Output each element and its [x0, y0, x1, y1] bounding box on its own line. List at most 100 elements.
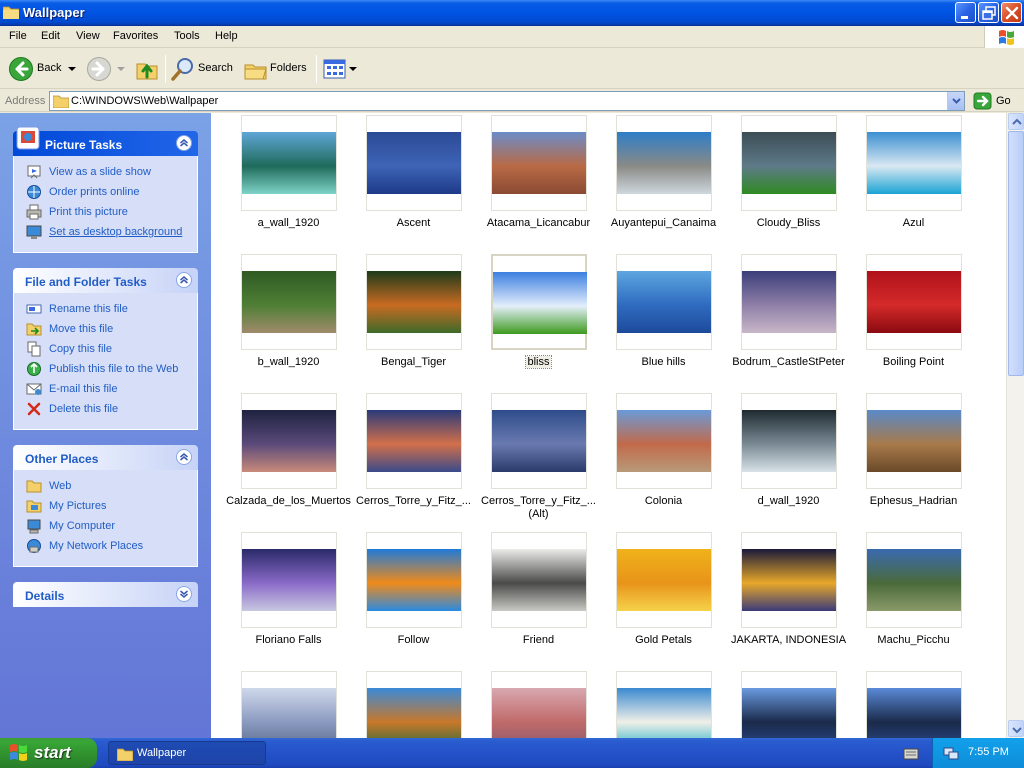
place-my-computer[interactable]: My Computer: [26, 518, 196, 534]
task-email[interactable]: E-mail this file: [26, 381, 196, 397]
minimize-button[interactable]: [955, 2, 976, 23]
file-thumbnail[interactable]: Floriano Falls: [226, 532, 346, 667]
menu-view[interactable]: View: [76, 30, 100, 42]
up-folder-button[interactable]: [134, 53, 162, 85]
file-thumbnail[interactable]: JAKARTA, INDONESIA: [726, 532, 846, 667]
menu-edit[interactable]: Edit: [41, 30, 60, 42]
search-icon: [171, 58, 193, 81]
file-thumbnail[interactable]: Bengal_Tiger: [351, 254, 471, 389]
file-thumbnail[interactable]: d_wall_1920: [726, 393, 846, 528]
file-thumbnail-view[interactable]: a_wall_1920 Ascent Atacama_Licancabur Auyan…: [211, 113, 1006, 738]
folders-button[interactable]: Folders: [243, 53, 313, 85]
file-thumbnail[interactable]: Friend: [476, 532, 596, 667]
file-thumbnail[interactable]: [476, 671, 596, 738]
wallpaper-image: [492, 410, 586, 472]
place-label: My Network Places: [49, 540, 144, 552]
file-thumbnail[interactable]: [351, 671, 471, 738]
up-folder-icon: [136, 63, 158, 80]
file-thumbnail[interactable]: Cerros_Torre_y_Fitz_...: [351, 393, 471, 528]
file-thumbnail[interactable]: Azul: [851, 115, 971, 250]
menu-help[interactable]: Help: [215, 30, 238, 42]
thumbnail-frame: [241, 532, 337, 628]
address-value: C:\WINDOWS\Web\Wallpaper: [71, 95, 219, 107]
panel-title: Picture Tasks: [45, 138, 123, 152]
keyboard-icon[interactable]: [903, 747, 919, 761]
file-thumbnail[interactable]: [851, 671, 971, 738]
menu-tools[interactable]: Tools: [174, 30, 200, 42]
task-label: Print this picture: [49, 206, 128, 218]
back-dropdown-icon[interactable]: [68, 67, 76, 73]
thumbnail-frame: [241, 393, 337, 489]
wallpaper-image: [493, 272, 587, 334]
file-thumbnail[interactable]: Follow: [351, 532, 471, 667]
printer-icon: [26, 204, 42, 220]
file-thumbnail[interactable]: Ephesus_Hadrian: [851, 393, 971, 528]
forward-button[interactable]: [86, 53, 126, 85]
chevron-up-icon[interactable]: [176, 135, 192, 151]
task-rename[interactable]: Rename this file: [26, 301, 196, 317]
start-button[interactable]: start: [0, 738, 97, 768]
file-folder-tasks-header[interactable]: File and Folder Tasks: [13, 268, 198, 293]
task-publish-web[interactable]: Publish this file to the Web: [26, 361, 196, 377]
views-icon: [323, 59, 346, 79]
task-print[interactable]: Print this picture: [26, 204, 196, 220]
task-set-desktop[interactable]: Set as desktop background: [26, 224, 196, 240]
restore-button[interactable]: [978, 2, 999, 23]
task-copy[interactable]: Copy this file: [26, 341, 196, 357]
file-thumbnail[interactable]: [726, 671, 846, 738]
file-thumbnail[interactable]: Cerros_Torre_y_Fitz_... (Alt): [476, 393, 596, 528]
task-label: Publish this file to the Web: [49, 363, 179, 375]
file-thumbnail[interactable]: Boiling Point: [851, 254, 971, 389]
search-button[interactable]: Search: [170, 53, 236, 85]
address-dropdown-button[interactable]: [947, 92, 964, 110]
slideshow-icon: [27, 165, 41, 179]
chevron-down-icon[interactable]: [176, 586, 192, 602]
file-thumbnail[interactable]: bliss: [476, 254, 596, 389]
go-button[interactable]: Go: [971, 91, 1021, 111]
file-thumbnail[interactable]: Machu_Picchu: [851, 532, 971, 667]
picture-tasks-header[interactable]: Picture Tasks: [13, 126, 198, 156]
scroll-thumb[interactable]: [1008, 131, 1024, 376]
chevron-up-icon[interactable]: [176, 272, 192, 288]
place-network[interactable]: My Network Places: [26, 538, 196, 554]
menu-file[interactable]: File: [9, 30, 27, 42]
task-slideshow[interactable]: View as a slide show: [26, 164, 196, 180]
file-thumbnail[interactable]: Cloudy_Bliss: [726, 115, 846, 250]
views-button[interactable]: [321, 53, 357, 85]
file-thumbnail[interactable]: Atacama_Licancabur: [476, 115, 596, 250]
file-thumbnail[interactable]: b_wall_1920: [226, 254, 346, 389]
menu-favorites[interactable]: Favorites: [113, 30, 158, 42]
wallpaper-image: [867, 132, 961, 194]
back-button[interactable]: Back: [6, 53, 80, 85]
task-delete[interactable]: Delete this file: [26, 401, 196, 417]
file-thumbnail[interactable]: Blue hills: [601, 254, 721, 389]
file-thumbnail[interactable]: [601, 671, 721, 738]
file-thumbnail[interactable]: Auyantepui_Canaima: [601, 115, 721, 250]
thumbnail-frame: [866, 393, 962, 489]
close-button[interactable]: [1001, 2, 1022, 23]
address-field[interactable]: C:\WINDOWS\Web\Wallpaper: [49, 91, 965, 111]
task-move[interactable]: Move this file: [26, 321, 196, 337]
title-bar[interactable]: Wallpaper: [0, 0, 1024, 26]
place-my-pictures[interactable]: My Pictures: [26, 498, 196, 514]
file-thumbnail[interactable]: Calzada_de_los_Muertos: [226, 393, 351, 528]
scroll-down-button[interactable]: [1008, 720, 1024, 737]
file-thumbnail[interactable]: Colonia: [601, 393, 721, 528]
details-header[interactable]: Details: [13, 582, 198, 607]
wallpaper-image: [492, 688, 586, 738]
clock[interactable]: 7:55 PM: [968, 746, 1009, 758]
file-thumbnail[interactable]: Gold Petals: [601, 532, 721, 667]
chevron-up-icon: [1012, 118, 1022, 125]
taskbar-window-button[interactable]: Wallpaper: [108, 741, 266, 765]
vertical-scrollbar[interactable]: [1006, 113, 1024, 738]
file-thumbnail[interactable]: Ascent: [351, 115, 471, 250]
file-thumbnail[interactable]: [226, 671, 346, 738]
task-order-prints[interactable]: Order prints online: [26, 184, 196, 200]
network-status-icon[interactable]: [943, 745, 959, 761]
other-places-header[interactable]: Other Places: [13, 445, 198, 470]
chevron-up-icon[interactable]: [176, 449, 192, 465]
file-thumbnail[interactable]: a_wall_1920: [226, 115, 346, 250]
scroll-up-button[interactable]: [1008, 113, 1024, 130]
place-web[interactable]: Web: [26, 478, 196, 494]
file-thumbnail[interactable]: Bodrum_CastleStPeter: [726, 254, 846, 389]
